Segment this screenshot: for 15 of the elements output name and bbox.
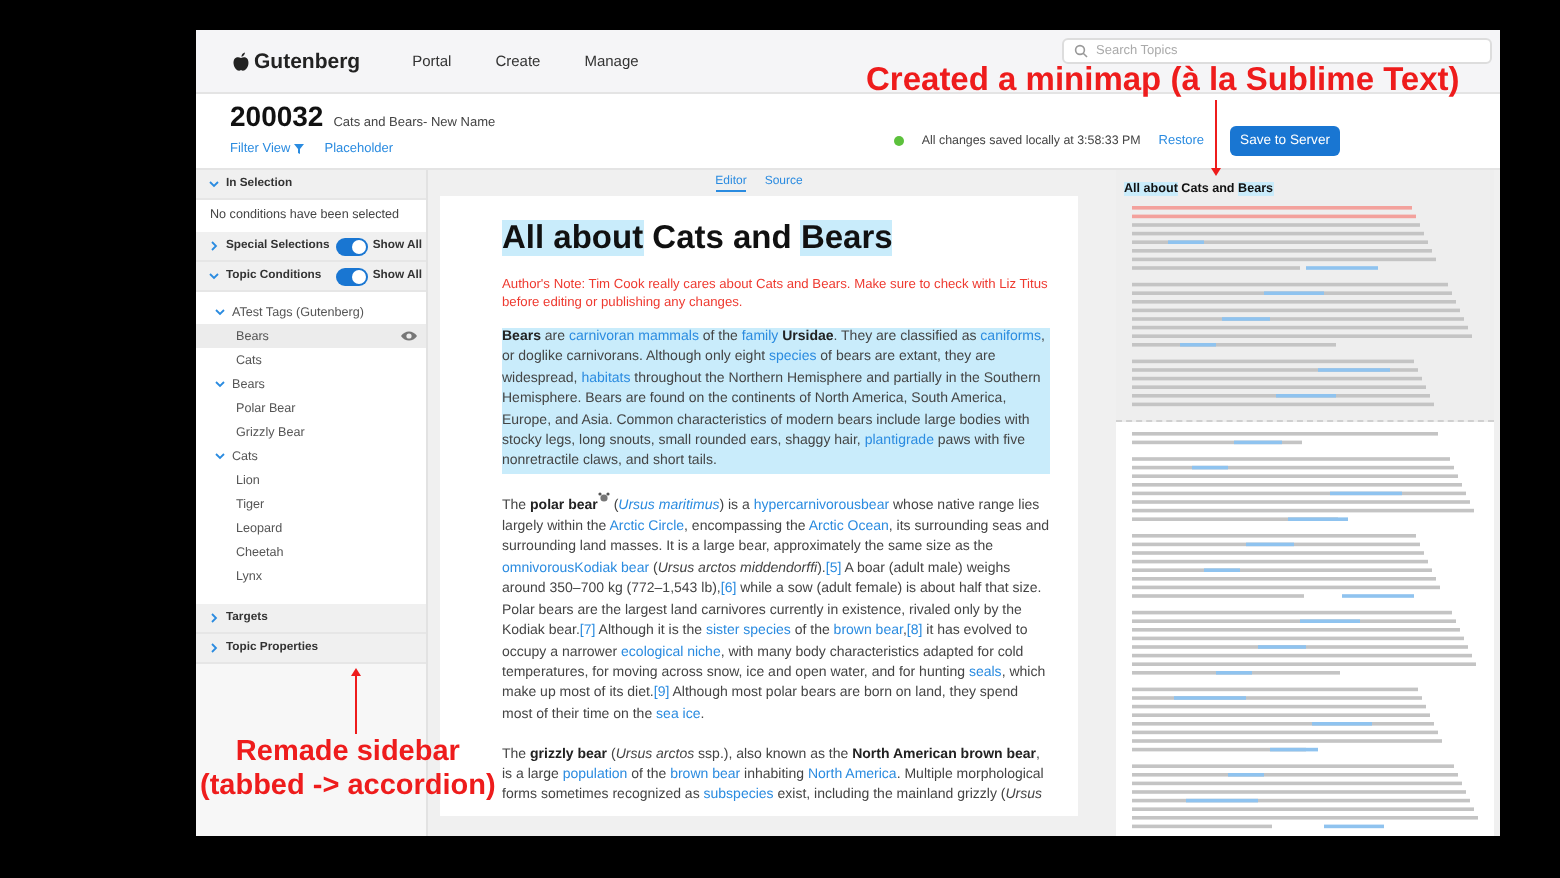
- toggle-switch[interactable]: [336, 237, 369, 255]
- annotation-text: Remade sidebar: [233, 736, 462, 770]
- app-logo-text: Gutenberg: [254, 49, 361, 73]
- bear-icon: [597, 492, 610, 503]
- logo-icon: [232, 51, 250, 71]
- filter-icon: [294, 144, 305, 154]
- search-icon: [1074, 44, 1088, 58]
- annotation-arrow: [351, 668, 361, 734]
- document-title: All about Cats and Bears: [502, 218, 895, 260]
- annotation-text: Created a minimap (à la Sublime Text): [866, 62, 1460, 100]
- annotation-arrow: [1211, 100, 1221, 176]
- topic-id: 200032: [230, 100, 324, 132]
- eye-icon: [400, 330, 418, 342]
- toggle-switch[interactable]: [336, 267, 369, 285]
- annotation-text: (tabbed -> accordion): [200, 769, 496, 803]
